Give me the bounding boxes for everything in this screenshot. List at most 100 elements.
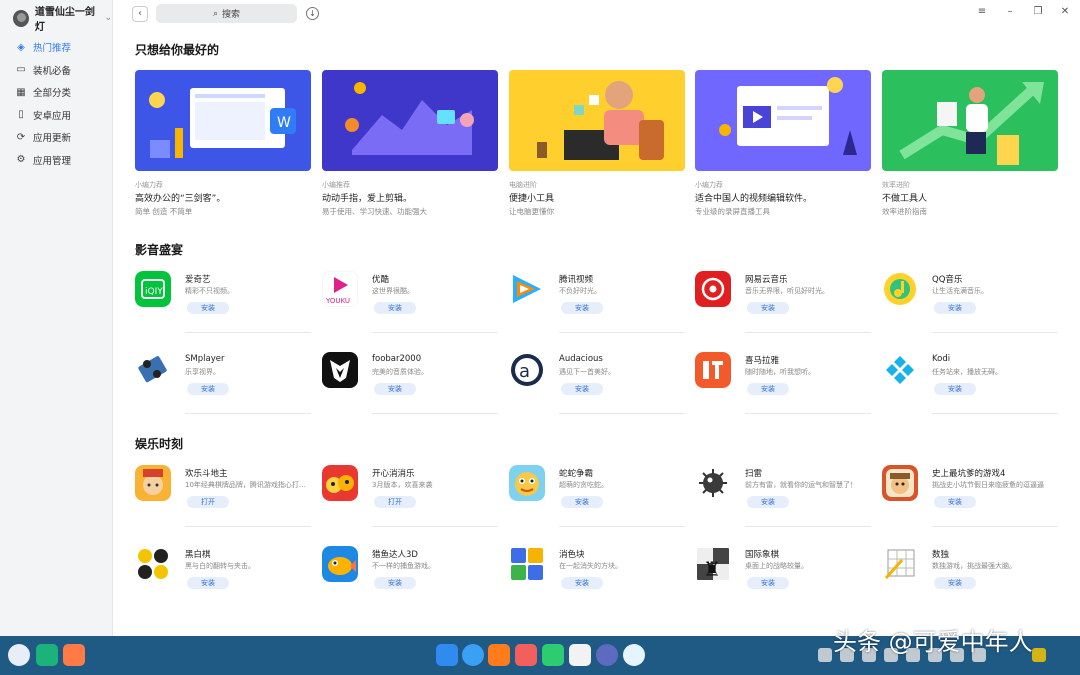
install-button[interactable]: 安装 (934, 302, 976, 314)
monitor-icon: ▭ (16, 64, 26, 76)
app-card-minesweeper[interactable]: 扫雷 前方有雷，就看你的运气和智慧了！ 安装 (695, 465, 871, 531)
close-icon[interactable]: ✕ (1058, 6, 1072, 17)
app-card-ximalaya[interactable]: 喜马拉雅 随时随地，听我想听。 安装 (695, 352, 871, 418)
app-card-audacious[interactable]: a Audacious 遇见下一首美好。 安装 (509, 352, 685, 418)
sidebar-item-categories[interactable]: ▦ 全部分类 (0, 81, 112, 104)
app-card-smplayer[interactable]: SMplayer 乐享视界。 安装 (135, 352, 311, 418)
app-card-qq-music[interactable]: QQ音乐 让生活充满音乐。 安装 (882, 271, 1058, 337)
banner-caption: 小编力荐 适合中国人的视频编辑软件。 专业级的录屏直播工具 (695, 180, 871, 217)
install-button[interactable]: 安装 (934, 577, 976, 589)
install-button[interactable]: 安装 (187, 302, 229, 314)
sidebar-item-essentials[interactable]: ▭ 装机必备 (0, 59, 112, 82)
install-button[interactable]: 安装 (747, 577, 789, 589)
app-card-netease-music[interactable]: 网易云音乐 音乐无界限，听见好时光。 安装 (695, 271, 871, 337)
app-desc: 音乐无界限，听见好时光。 (745, 287, 829, 295)
banner-efficiency[interactable] (882, 70, 1058, 171)
banner-title[interactable]: 高效办公的“三剑客”。 (135, 191, 311, 206)
search-app-icon[interactable] (623, 644, 645, 666)
app-card-foobar[interactable]: foobar2000 完美的音质体验。 安装 (322, 352, 498, 418)
install-button[interactable]: 安装 (747, 383, 789, 395)
app-card-fishing[interactable]: 猎鱼达人3D 不一样的捕鱼游戏。 安装 (322, 546, 498, 612)
app-card-kodi[interactable]: Kodi 任务站来，播放无碍。 安装 (882, 352, 1058, 418)
divider (372, 413, 498, 414)
download-icon[interactable]: ↓ (306, 7, 319, 20)
banner-video[interactable] (695, 70, 871, 171)
foobar-icon (322, 352, 358, 388)
minimize-icon[interactable]: – (1003, 6, 1017, 17)
install-button[interactable]: 安装 (934, 383, 976, 395)
image-viewer-icon[interactable] (515, 644, 537, 666)
smplayer-icon (135, 352, 171, 388)
install-button[interactable]: 安装 (187, 577, 229, 589)
sidebar-item-updates[interactable]: ⟳ 应用更新 (0, 126, 112, 149)
workspace-icon[interactable] (63, 644, 85, 666)
install-button[interactable]: 安装 (747, 496, 789, 508)
reversi-icon (135, 546, 171, 582)
install-button[interactable]: 安装 (934, 496, 976, 508)
menu-icon[interactable]: ≡ (975, 6, 989, 17)
install-button[interactable]: 安装 (747, 302, 789, 314)
banner-title[interactable]: 动动手指，爱上剪辑。 (322, 191, 498, 206)
app-card-chess[interactable]: ♜ 国际象棋 桌面上的战略较量。 安装 (695, 546, 871, 612)
app-card-youku[interactable]: YOUKU 优酷 这世界很酷。 安装 (322, 271, 498, 337)
back-button[interactable]: ‹ (132, 6, 148, 22)
app-card-tencent-video[interactable]: 腾讯视频 不负好时光。 安装 (509, 271, 685, 337)
divider (932, 332, 1058, 333)
chevron-down-icon[interactable]: ⌄ (104, 13, 112, 23)
section-title-media: 影音盛宴 (135, 243, 184, 257)
app-card-snake[interactable]: 蛇蛇争霸 超萌的贪吃蛇。 安装 (509, 465, 685, 531)
music-icon[interactable] (542, 644, 564, 666)
banner-title[interactable]: 适合中国人的视频编辑软件。 (695, 191, 871, 206)
settings-icon[interactable] (596, 644, 618, 666)
user-name: 道雪仙尘一剑灯 (34, 7, 95, 33)
app-desc: 数独游戏，挑战最强大脑。 (932, 562, 1016, 570)
divider (932, 526, 1058, 527)
divider (185, 332, 311, 333)
notification-icon[interactable] (1032, 648, 1046, 662)
app-name: 欢乐斗地主 (185, 469, 228, 479)
app-name: 蛇蛇争霸 (559, 469, 594, 479)
section-title-featured: 只想给你最好的 (135, 43, 220, 57)
app-card-sudoku[interactable]: 数独 数独游戏，挑战最强大脑。 安装 (882, 546, 1058, 612)
app-card-color-blocks[interactable]: 消色块 在一起消失的方块。 安装 (509, 546, 685, 612)
sidebar-item-hot[interactable]: ◈ 热门推荐 (0, 36, 112, 59)
app-card-reversi[interactable]: 黑白棋 黑与白的翻转与夹击。 安装 (135, 546, 311, 612)
calendar-icon[interactable] (569, 644, 591, 666)
banner-office[interactable]: W (135, 70, 311, 171)
install-button[interactable]: 安装 (561, 577, 603, 589)
app-desc: 遇见下一首美好。 (559, 368, 615, 376)
open-button[interactable]: 打开 (187, 496, 229, 508)
divider (559, 332, 685, 333)
app-card-xiaoxiaole[interactable]: 开心消消乐 3月版本，欢喜来袭 打开 (322, 465, 498, 531)
app-card-tricky-game[interactable]: 史上最坑爹的游戏4 挑战史小坑节假日来临疲惫的逗逼逼 安装 (882, 465, 1058, 531)
sidebar-item-manage[interactable]: ⚙ 应用管理 (0, 149, 112, 172)
install-button[interactable]: 安装 (561, 383, 603, 395)
search-input[interactable]: ⌕ 搜索 (156, 4, 297, 23)
multitask-icon[interactable] (36, 644, 58, 666)
install-button[interactable]: 安装 (374, 383, 416, 395)
browser-icon[interactable] (462, 644, 484, 666)
banner-tools[interactable] (509, 70, 685, 171)
app-card-iqiyi[interactable]: iQIYI 爱奇艺 精彩不只视频。 安装 (135, 271, 311, 337)
maximize-icon[interactable]: ❐ (1031, 6, 1045, 17)
chess-icon: ♜ (695, 546, 731, 582)
launcher-icon[interactable] (8, 644, 30, 666)
mine-icon (695, 465, 731, 501)
install-button[interactable]: 安装 (374, 577, 416, 589)
install-button[interactable]: 安装 (187, 383, 229, 395)
banner-title[interactable]: 便捷小工具 (509, 191, 685, 206)
install-button[interactable]: 安装 (374, 302, 416, 314)
avatar[interactable] (13, 9, 29, 27)
iqiyi-icon: iQIYI (135, 271, 171, 307)
app-store-icon[interactable] (488, 644, 510, 666)
file-manager-icon[interactable] (436, 644, 458, 666)
tray-icon[interactable] (818, 648, 832, 662)
banner-title[interactable]: 不做工具人 (882, 191, 1058, 206)
user-account[interactable]: 道雪仙尘一剑灯 ⌄ (0, 0, 112, 36)
app-card-doudizhu[interactable]: 欢乐斗地主 10年经典棋牌品牌，腾讯游戏指心打造…… 打开 (135, 465, 311, 531)
open-button[interactable]: 打开 (374, 496, 416, 508)
sidebar-item-android[interactable]: ▯ 安卓应用 (0, 104, 112, 127)
install-button[interactable]: 安装 (561, 496, 603, 508)
install-button[interactable]: 安装 (561, 302, 603, 314)
banner-editing[interactable] (322, 70, 498, 171)
